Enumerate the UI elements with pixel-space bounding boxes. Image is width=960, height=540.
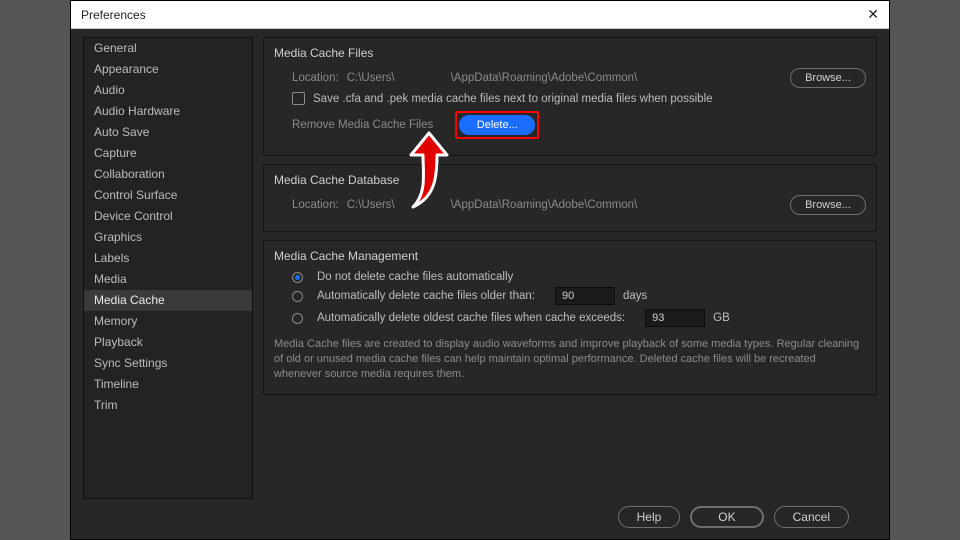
backdrop: Preferences ✕ GeneralAppearanceAudioAudi…	[0, 0, 960, 540]
save-next-checkbox[interactable]	[292, 92, 305, 105]
split-pane: GeneralAppearanceAudioAudio HardwareAuto…	[83, 37, 877, 499]
gb-unit: GB	[713, 312, 730, 324]
location-path-suffix: \AppData\Roaming\Adobe\Common\	[451, 72, 638, 84]
sidebar-item-playback[interactable]: Playback	[84, 332, 252, 353]
sidebar-item-graphics[interactable]: Graphics	[84, 227, 252, 248]
location-path-suffix: \AppData\Roaming\Adobe\Common\	[451, 199, 638, 211]
radio-do-not-delete[interactable]	[292, 272, 303, 283]
mgmt-opt-2-row[interactable]: Automatically delete cache files older t…	[292, 287, 866, 305]
main-panel: Media Cache Files Location: C:\Users\ \A…	[263, 37, 877, 499]
titlebar: Preferences ✕	[71, 1, 889, 29]
media-cache-files-group: Media Cache Files Location: C:\Users\ \A…	[263, 37, 877, 156]
sidebar-item-media[interactable]: Media	[84, 269, 252, 290]
media-cache-management-group: Media Cache Management Do not delete cac…	[263, 240, 877, 395]
mgmt-opt-3-row[interactable]: Automatically delete oldest cache files …	[292, 309, 866, 327]
radio-delete-when-exceeds[interactable]	[292, 313, 303, 324]
sidebar-item-audio[interactable]: Audio	[84, 80, 252, 101]
group-title: Media Cache Management	[274, 249, 866, 263]
location-path-prefix: C:\Users\	[347, 199, 395, 211]
save-next-label: Save .cfa and .pek media cache files nex…	[313, 93, 713, 105]
browse-button[interactable]: Browse...	[790, 68, 866, 88]
content-area: GeneralAppearanceAudioAudio HardwareAuto…	[71, 29, 889, 539]
location-label: Location:	[292, 199, 339, 211]
group-title: Media Cache Database	[274, 173, 866, 187]
sidebar-item-media-cache[interactable]: Media Cache	[84, 290, 252, 311]
close-icon[interactable]: ✕	[867, 6, 879, 23]
dialog-footer: Help OK Cancel	[83, 499, 877, 535]
radio-label: Do not delete cache files automatically	[317, 271, 513, 283]
days-input[interactable]	[555, 287, 615, 305]
remove-label: Remove Media Cache Files	[292, 119, 433, 131]
delete-highlight: Delete...	[455, 111, 539, 139]
save-next-row[interactable]: Save .cfa and .pek media cache files nex…	[292, 92, 866, 105]
days-unit: days	[623, 290, 647, 302]
sidebar-item-device-control[interactable]: Device Control	[84, 206, 252, 227]
sidebar-item-capture[interactable]: Capture	[84, 143, 252, 164]
radio-label: Automatically delete oldest cache files …	[317, 312, 625, 324]
delete-button[interactable]: Delete...	[459, 115, 535, 135]
sidebar-item-general[interactable]: General	[84, 38, 252, 59]
browse-button[interactable]: Browse...	[790, 195, 866, 215]
preferences-window: Preferences ✕ GeneralAppearanceAudioAudi…	[70, 0, 890, 540]
mgmt-opt-1-row[interactable]: Do not delete cache files automatically	[292, 271, 866, 283]
remove-cache-row: Remove Media Cache Files Delete...	[292, 111, 866, 139]
radio-delete-older-than[interactable]	[292, 291, 303, 302]
sidebar-item-audio-hardware[interactable]: Audio Hardware	[84, 101, 252, 122]
sidebar-item-appearance[interactable]: Appearance	[84, 59, 252, 80]
sidebar-item-sync-settings[interactable]: Sync Settings	[84, 353, 252, 374]
radio-label: Automatically delete cache files older t…	[317, 290, 535, 302]
group-title: Media Cache Files	[274, 46, 866, 60]
sidebar-item-auto-save[interactable]: Auto Save	[84, 122, 252, 143]
ok-button[interactable]: OK	[690, 506, 763, 528]
media-cache-database-group: Media Cache Database Location: C:\Users\…	[263, 164, 877, 232]
sidebar-item-labels[interactable]: Labels	[84, 248, 252, 269]
location-label: Location:	[292, 72, 339, 84]
location-path-prefix: C:\Users\	[347, 72, 395, 84]
sidebar-item-collaboration[interactable]: Collaboration	[84, 164, 252, 185]
cancel-button[interactable]: Cancel	[774, 506, 849, 528]
help-button[interactable]: Help	[618, 506, 681, 528]
cache-files-location-row: Location: C:\Users\ \AppData\Roaming\Ado…	[292, 68, 866, 88]
sidebar-item-trim[interactable]: Trim	[84, 395, 252, 416]
window-title: Preferences	[81, 8, 146, 22]
mgmt-note: Media Cache files are created to display…	[274, 337, 866, 382]
sidebar-item-memory[interactable]: Memory	[84, 311, 252, 332]
cache-db-location-row: Location: C:\Users\ \AppData\Roaming\Ado…	[292, 195, 866, 215]
preferences-sidebar: GeneralAppearanceAudioAudio HardwareAuto…	[83, 37, 253, 499]
sidebar-item-control-surface[interactable]: Control Surface	[84, 185, 252, 206]
sidebar-item-timeline[interactable]: Timeline	[84, 374, 252, 395]
gb-input[interactable]	[645, 309, 705, 327]
